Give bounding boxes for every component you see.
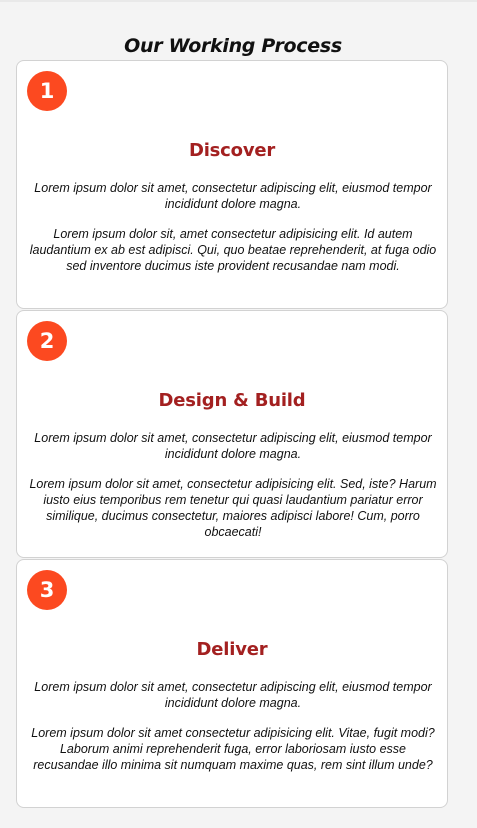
step-number-badge: 1 <box>27 71 67 111</box>
step-title: Design & Build <box>158 390 306 411</box>
top-divider <box>0 0 477 2</box>
process-step-card-design-build: 2 Design & Build Lorem ipsum dolor sit a… <box>16 310 448 558</box>
step-summary: Lorem ipsum dolor sit amet, consectetur … <box>34 431 432 461</box>
page-title: Our Working Process <box>124 34 342 57</box>
step-number-badge: 2 <box>27 321 67 361</box>
step-number-badge: 3 <box>27 570 67 610</box>
step-description: Lorem ipsum dolor sit, amet consectetur … <box>29 227 437 273</box>
step-summary: Lorem ipsum dolor sit amet, consectetur … <box>34 680 432 710</box>
step-description: Lorem ipsum dolor sit amet consectetur a… <box>31 726 435 772</box>
step-title: Discover <box>188 140 276 161</box>
step-description: Lorem ipsum dolor sit amet, consectetur … <box>29 477 437 539</box>
step-summary: Lorem ipsum dolor sit amet, consectetur … <box>34 181 432 211</box>
process-step-card-deliver: 3 Deliver Lorem ipsum dolor sit amet, co… <box>16 559 448 808</box>
step-title: Deliver <box>196 639 268 660</box>
process-step-card-discover: 1 Discover Lorem ipsum dolor sit amet, c… <box>16 60 448 309</box>
